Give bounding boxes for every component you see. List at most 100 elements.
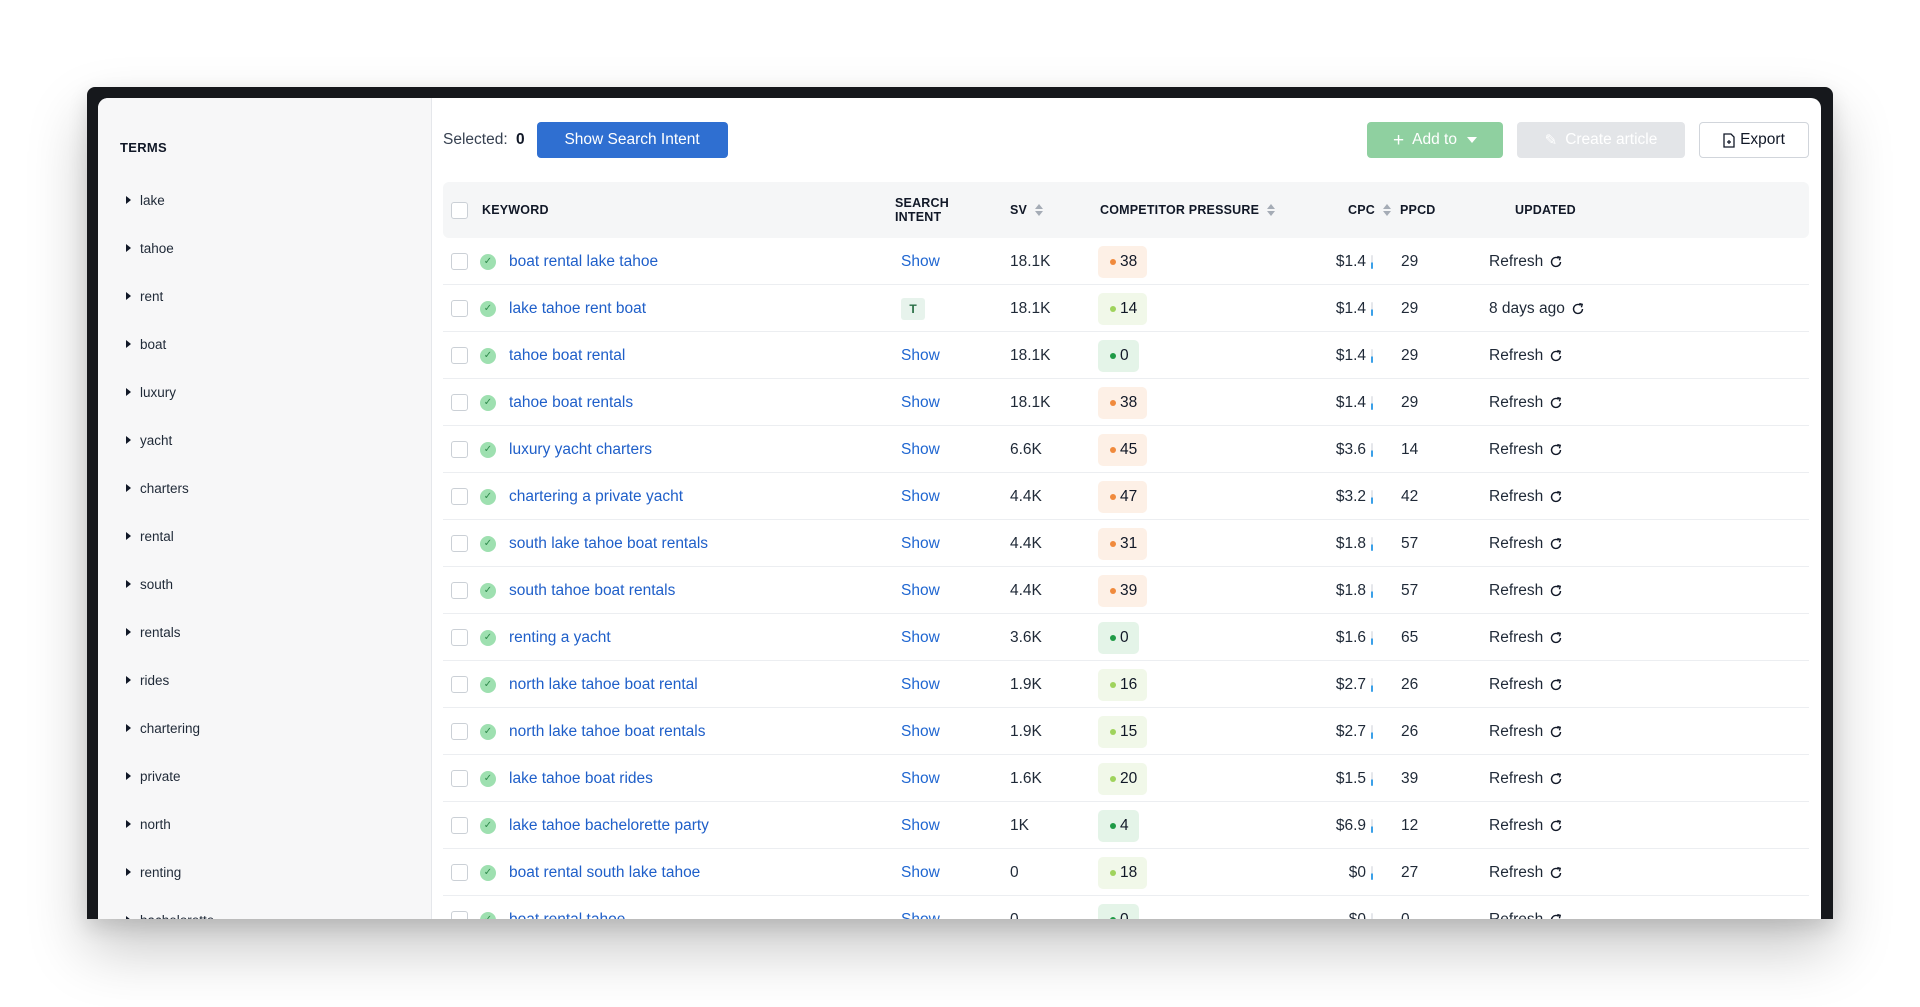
caret-right-icon bbox=[126, 340, 131, 348]
refresh-action[interactable]: Refresh bbox=[1489, 426, 1563, 473]
refresh-action[interactable]: Refresh bbox=[1489, 849, 1563, 896]
keyword-link[interactable]: tahoe boat rental bbox=[509, 347, 625, 365]
sidebar-term-tahoe[interactable]: tahoe bbox=[126, 224, 431, 272]
header-cpc[interactable]: CPC bbox=[1348, 203, 1391, 217]
cpc-bar bbox=[1371, 865, 1373, 880]
check-circle-icon: ✓ bbox=[480, 441, 496, 458]
add-to-button[interactable]: + Add to bbox=[1367, 122, 1503, 158]
row-checkbox[interactable] bbox=[451, 488, 468, 505]
show-intent-link[interactable]: Show bbox=[901, 723, 940, 741]
show-intent-link[interactable]: Show bbox=[901, 535, 940, 553]
refresh-action[interactable]: Refresh bbox=[1489, 473, 1563, 520]
row-checkbox[interactable] bbox=[451, 723, 468, 740]
sidebar-term-rentals[interactable]: rentals bbox=[126, 608, 431, 656]
updated-label: Refresh bbox=[1489, 722, 1544, 740]
row-checkbox[interactable] bbox=[451, 394, 468, 411]
show-intent-link[interactable]: Show bbox=[901, 582, 940, 600]
show-intent-link[interactable]: Show bbox=[901, 864, 940, 882]
row-checkbox[interactable] bbox=[451, 441, 468, 458]
header-sv-label: SV bbox=[1010, 203, 1028, 217]
show-intent-link[interactable]: Show bbox=[901, 629, 940, 647]
refresh-action[interactable]: Refresh bbox=[1489, 708, 1563, 755]
sidebar-term-lake[interactable]: lake bbox=[126, 176, 431, 224]
sv-value: 1K bbox=[1010, 816, 1029, 834]
show-intent-link[interactable]: Show bbox=[901, 394, 940, 412]
row-checkbox[interactable] bbox=[451, 864, 468, 881]
show-intent-link[interactable]: Show bbox=[901, 347, 940, 365]
refresh-action[interactable]: Refresh bbox=[1489, 755, 1563, 802]
table-body: ✓ boat rental lake tahoe Show 18.1K 38 $1.4 29… bbox=[443, 238, 1809, 919]
row-checkbox[interactable] bbox=[451, 911, 468, 919]
keyword-link[interactable]: south tahoe boat rentals bbox=[509, 582, 675, 600]
row-checkbox[interactable] bbox=[451, 629, 468, 646]
sidebar-term-chartering[interactable]: chartering bbox=[126, 704, 431, 752]
refresh-action[interactable]: Refresh bbox=[1489, 238, 1563, 285]
header-sv[interactable]: SV bbox=[1010, 203, 1044, 217]
updated-label: Refresh bbox=[1489, 487, 1544, 505]
show-intent-link[interactable]: Show bbox=[901, 676, 940, 694]
cpc-bar bbox=[1371, 536, 1373, 551]
show-intent-link[interactable]: Show bbox=[901, 817, 940, 835]
keyword-link[interactable]: lake tahoe rent boat bbox=[509, 300, 646, 318]
create-article-label: Create article bbox=[1565, 131, 1658, 148]
refresh-action[interactable]: Refresh bbox=[1489, 379, 1563, 426]
show-intent-link[interactable]: Show bbox=[901, 488, 940, 506]
keyword-link[interactable]: renting a yacht bbox=[509, 629, 611, 647]
refresh-action[interactable]: Refresh bbox=[1489, 896, 1563, 919]
row-checkbox[interactable] bbox=[451, 347, 468, 364]
row-checkbox[interactable] bbox=[451, 535, 468, 552]
sidebar-term-boat[interactable]: boat bbox=[126, 320, 431, 368]
refresh-action[interactable]: Refresh bbox=[1489, 332, 1563, 379]
selected-count: 0 bbox=[515, 131, 525, 148]
row-checkbox[interactable] bbox=[451, 770, 468, 787]
keyword-link[interactable]: lake tahoe boat rides bbox=[509, 770, 653, 788]
sidebar-term-private[interactable]: private bbox=[126, 752, 431, 800]
keyword-link[interactable]: north lake tahoe boat rentals bbox=[509, 723, 705, 741]
keyword-link[interactable]: luxury yacht charters bbox=[509, 441, 652, 459]
show-search-intent-button[interactable]: Show Search Intent bbox=[536, 122, 728, 158]
row-checkbox[interactable] bbox=[451, 676, 468, 693]
sidebar-term-label: rentals bbox=[140, 624, 181, 640]
refresh-action[interactable]: Refresh bbox=[1489, 802, 1563, 849]
keyword-link[interactable]: boat rental south lake tahoe bbox=[509, 864, 700, 882]
row-checkbox[interactable] bbox=[451, 582, 468, 599]
show-intent-link[interactable]: Show bbox=[901, 770, 940, 788]
sidebar-term-north[interactable]: north bbox=[126, 800, 431, 848]
refresh-action[interactable]: Refresh bbox=[1489, 614, 1563, 661]
keyword-link[interactable]: tahoe boat rentals bbox=[509, 394, 633, 412]
show-intent-link[interactable]: Show bbox=[901, 911, 940, 920]
sort-icon bbox=[1267, 204, 1276, 216]
export-button[interactable]: Export bbox=[1699, 122, 1809, 158]
row-checkbox[interactable] bbox=[451, 817, 468, 834]
header-keyword[interactable]: KEYWORD bbox=[482, 203, 549, 217]
sidebar-term-rent[interactable]: rent bbox=[126, 272, 431, 320]
updated-label: Refresh bbox=[1489, 628, 1544, 646]
show-intent-link[interactable]: Show bbox=[901, 253, 940, 271]
sidebar-term-charters[interactable]: charters bbox=[126, 464, 431, 512]
sidebar-term-luxury[interactable]: luxury bbox=[126, 368, 431, 416]
select-all-checkbox[interactable] bbox=[451, 201, 468, 219]
keyword-link[interactable]: north lake tahoe boat rental bbox=[509, 676, 698, 694]
sidebar-term-rental[interactable]: rental bbox=[126, 512, 431, 560]
sidebar-term-rides[interactable]: rides bbox=[126, 656, 431, 704]
row-checkbox[interactable] bbox=[451, 300, 468, 317]
pressure-badge: 47 bbox=[1098, 480, 1148, 513]
show-intent-link[interactable]: Show bbox=[901, 441, 940, 459]
keyword-link[interactable]: lake tahoe bachelorette party bbox=[509, 817, 709, 835]
refresh-action[interactable]: Refresh bbox=[1489, 661, 1563, 708]
sidebar-term-bachelorette[interactable]: bachelorette bbox=[126, 896, 431, 919]
header-competitor-pressure[interactable]: COMPETITOR PRESSURE bbox=[1100, 203, 1276, 217]
row-checkbox[interactable] bbox=[451, 253, 468, 270]
updated-label: Refresh bbox=[1489, 440, 1544, 458]
sidebar-term-renting[interactable]: renting bbox=[126, 848, 431, 896]
keyword-link[interactable]: boat rental tahoe bbox=[509, 911, 625, 920]
refresh-action[interactable]: 8 days ago bbox=[1489, 285, 1585, 332]
keyword-link[interactable]: boat rental lake tahoe bbox=[509, 253, 658, 271]
keyword-link[interactable]: chartering a private yacht bbox=[509, 488, 683, 506]
sidebar-term-south[interactable]: south bbox=[126, 560, 431, 608]
sidebar-term-yacht[interactable]: yacht bbox=[126, 416, 431, 464]
refresh-action[interactable]: Refresh bbox=[1489, 520, 1563, 567]
create-article-button[interactable]: ✎ Create article bbox=[1517, 122, 1685, 158]
keyword-link[interactable]: south lake tahoe boat rentals bbox=[509, 535, 708, 553]
refresh-action[interactable]: Refresh bbox=[1489, 567, 1563, 614]
